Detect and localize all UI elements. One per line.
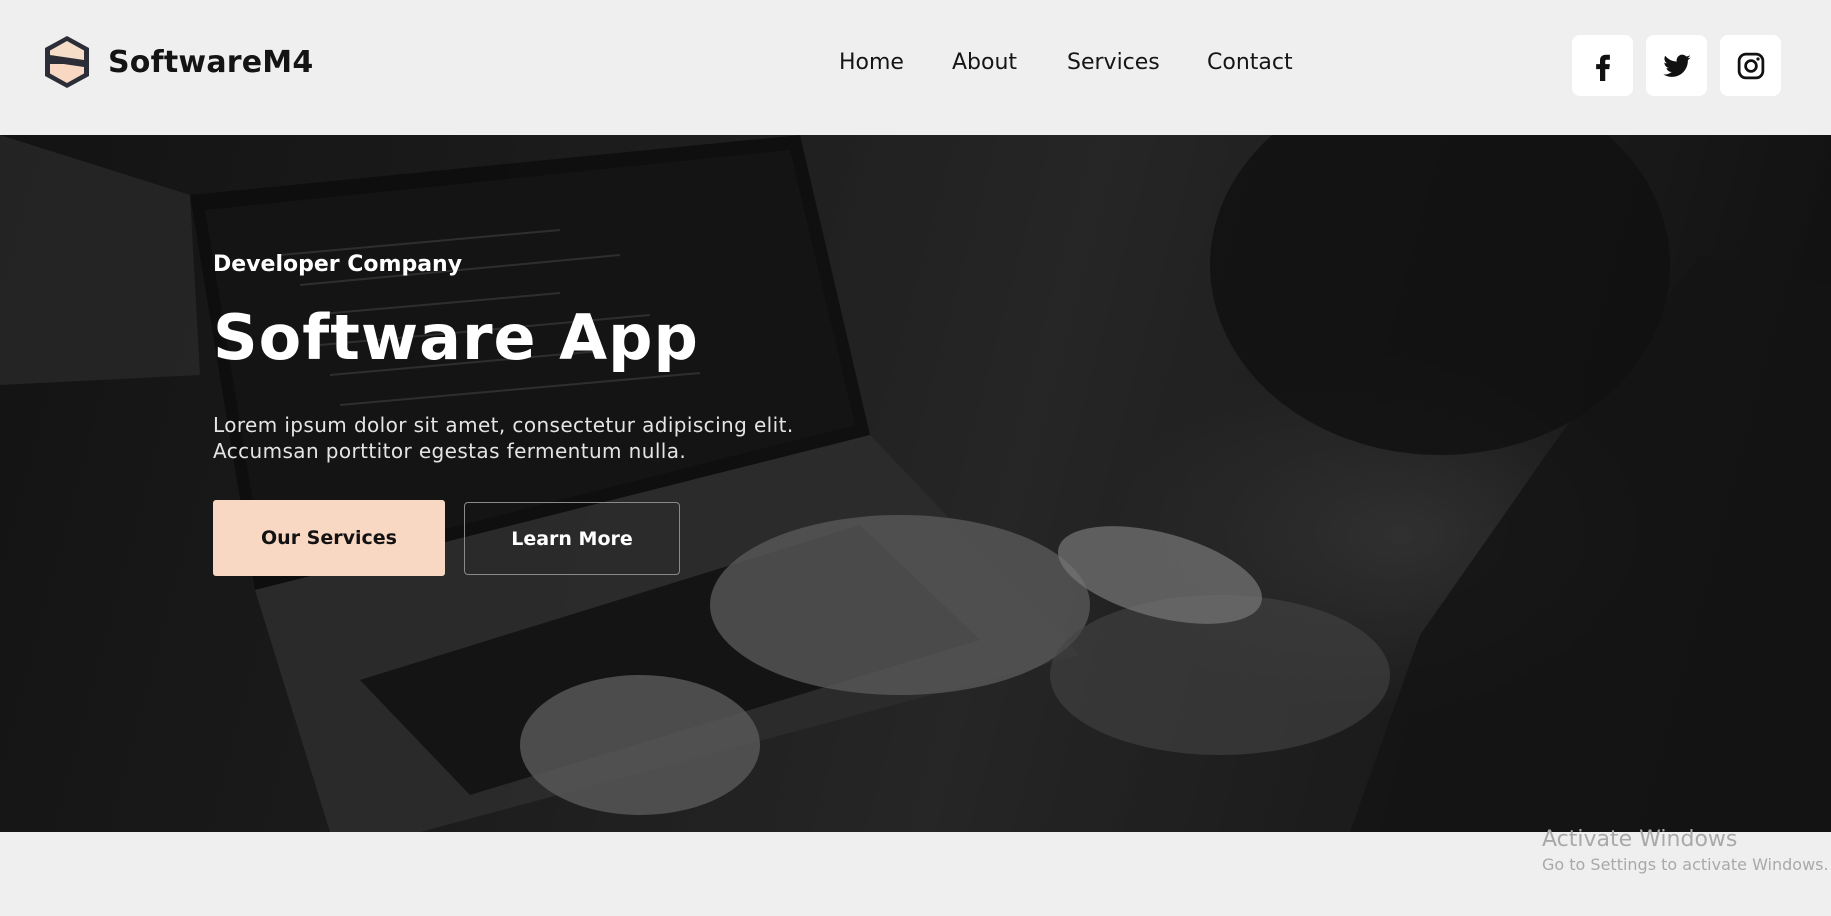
hero-title: Software App <box>213 301 699 374</box>
hero-description-line-2: Accumsan porttitor egestas fermentum nul… <box>213 439 687 463</box>
hero-description-line-1: Lorem ipsum dolor sit amet, consectetur … <box>213 413 794 437</box>
main-nav: Home About Services Contact <box>0 50 1831 82</box>
site-header: SoftwareM4 Home About Services Contact <box>0 0 1831 135</box>
windows-activation-watermark: Activate Windows Go to Settings to activ… <box>1542 826 1829 876</box>
facebook-button[interactable] <box>1572 35 1633 96</box>
twitter-button[interactable] <box>1646 35 1707 96</box>
watermark-title: Activate Windows <box>1542 827 1738 852</box>
nav-contact[interactable]: Contact <box>1207 50 1293 75</box>
hero-description: Lorem ipsum dolor sit amet, consectetur … <box>213 412 853 464</box>
watermark-subtitle: Go to Settings to activate Windows. <box>1542 855 1829 874</box>
nav-about[interactable]: About <box>952 50 1017 75</box>
learn-more-button[interactable]: Learn More <box>464 502 680 575</box>
hero-background-image <box>0 135 1831 832</box>
nav-home[interactable]: Home <box>839 50 904 75</box>
hero-section: Developer Company Software App Lorem ips… <box>0 135 1831 832</box>
instagram-icon <box>1737 52 1764 79</box>
twitter-icon <box>1662 54 1691 77</box>
our-services-button[interactable]: Our Services <box>213 500 445 576</box>
nav-services[interactable]: Services <box>1067 50 1160 75</box>
facebook-icon <box>1595 54 1610 81</box>
instagram-button[interactable] <box>1720 35 1781 96</box>
hero-eyebrow: Developer Company <box>213 252 463 277</box>
